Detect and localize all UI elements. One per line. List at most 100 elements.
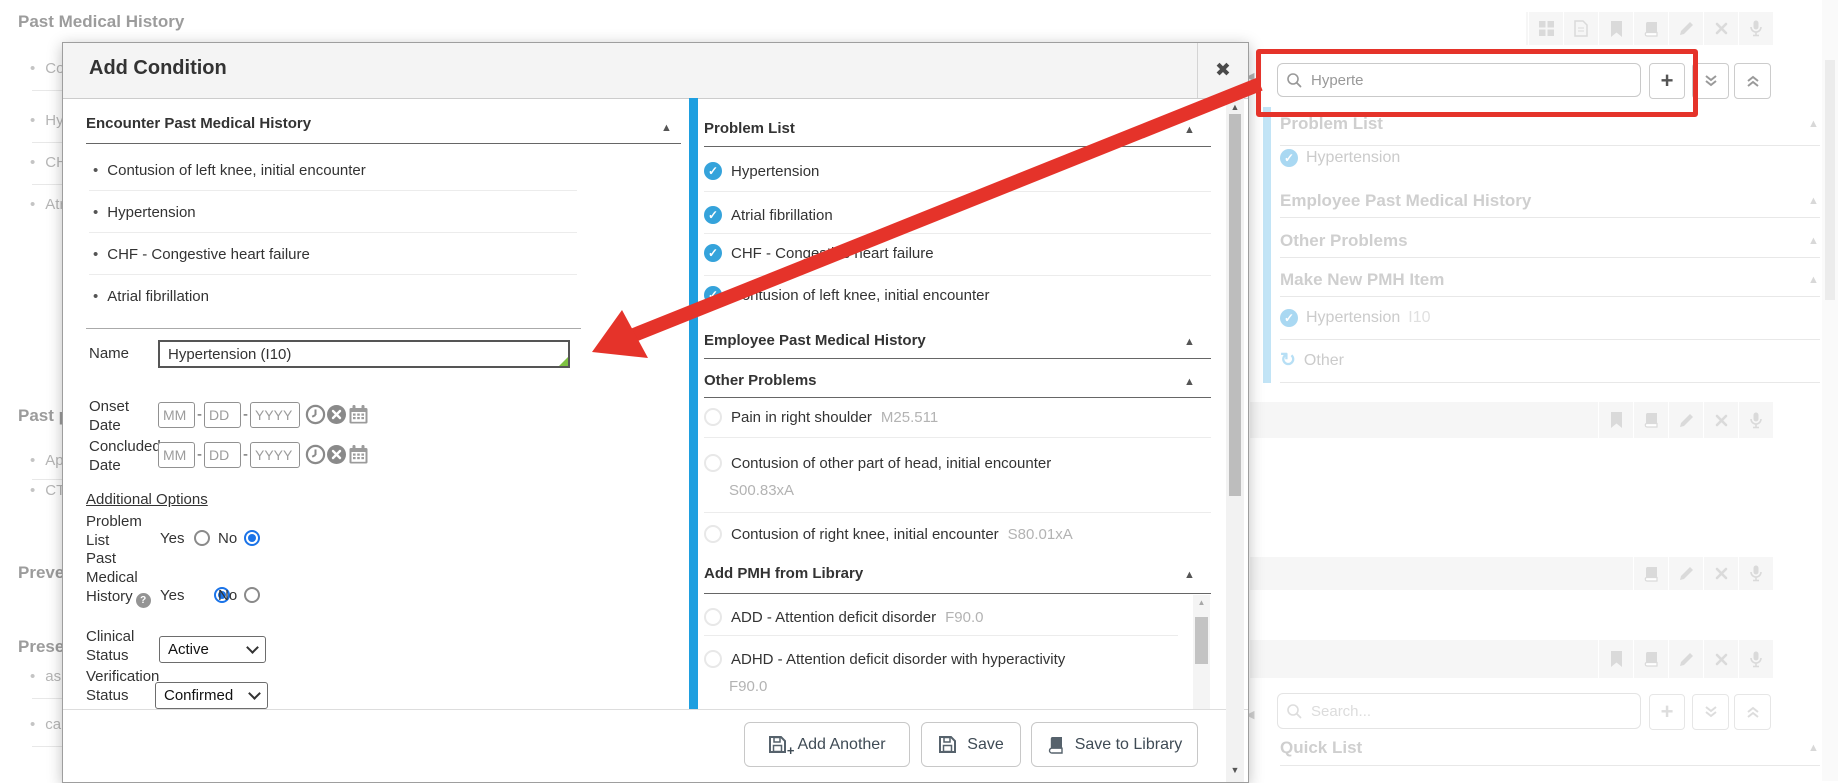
problem-list-item-selected[interactable]: ✓CHF - Congestive heart failure — [704, 244, 934, 262]
microphone-icon[interactable] — [1738, 640, 1773, 678]
book-icon[interactable] — [1633, 12, 1668, 45]
collapse-icon[interactable]: ▲ — [1808, 235, 1819, 247]
document-icon[interactable] — [1563, 12, 1598, 45]
collapse-all-button[interactable] — [1734, 694, 1771, 730]
library-scrollbar[interactable]: ▲ — [1193, 595, 1210, 709]
divider — [32, 142, 62, 143]
scroll-up-icon[interactable]: ▲ — [1226, 102, 1244, 112]
bookmark-icon[interactable] — [1598, 640, 1633, 678]
concluded-yyyy-input[interactable] — [250, 442, 300, 468]
calendar-icon[interactable] — [348, 444, 369, 470]
other-problems-header: Other Problems — [704, 372, 817, 389]
other-problem-item[interactable]: Contusion of right knee, initial encount… — [704, 525, 1073, 543]
chevron-down-icon — [248, 687, 261, 700]
chevron-double-up-icon — [1746, 705, 1760, 719]
resize-grip-icon[interactable] — [559, 357, 568, 366]
pencil-icon[interactable] — [1668, 640, 1703, 678]
clinical-status-select[interactable]: Active — [159, 636, 266, 663]
clock-icon[interactable] — [305, 404, 326, 430]
pmh-option-label: Past Medical History? — [86, 549, 168, 608]
collapse-icon[interactable]: ▲ — [1808, 118, 1819, 130]
onset-mm-input[interactable] — [158, 402, 195, 428]
encounter-pmh-item[interactable]: •Contusion of left knee, initial encount… — [93, 162, 366, 179]
concluded-mm-input[interactable] — [158, 442, 195, 468]
book-icon[interactable] — [1633, 640, 1668, 678]
onset-dd-input[interactable] — [204, 402, 241, 428]
add-another-button[interactable]: + Add Another — [744, 722, 910, 767]
scroll-up-icon[interactable]: ▲ — [1193, 598, 1210, 607]
problem-list-no-radio[interactable] — [244, 530, 260, 546]
chevron-double-down-icon — [1704, 705, 1718, 719]
bullet-icon: • — [30, 452, 35, 469]
annotation-rectangle — [1256, 49, 1698, 117]
library-item[interactable]: ADHD - Attention deficit disorder with h… — [704, 650, 1065, 668]
problem-list-item-selected[interactable]: ✓Hypertension — [704, 162, 819, 180]
page-scrollbar[interactable] — [1822, 0, 1838, 781]
onset-yyyy-input[interactable] — [250, 402, 300, 428]
collapse-icon[interactable]: ▲ — [1184, 124, 1195, 136]
grid-icon[interactable] — [1528, 12, 1563, 45]
library-item-code-line: F90.0 — [729, 678, 767, 695]
scroll-down-icon[interactable]: ▼ — [1226, 765, 1244, 775]
save-button[interactable]: Save — [921, 722, 1021, 767]
clock-icon[interactable] — [305, 444, 326, 470]
collapse-icon[interactable]: ▲ — [1184, 336, 1195, 348]
collapse-icon[interactable]: ▲ — [1184, 376, 1195, 388]
pencil-icon[interactable] — [1668, 402, 1703, 438]
close-x-icon[interactable] — [1703, 12, 1738, 45]
name-input[interactable] — [158, 340, 570, 368]
problem-list-item-selected[interactable]: ✓Contusion of left knee, initial encount… — [704, 286, 990, 304]
page-scrollbar-thumb[interactable] — [1825, 60, 1835, 300]
collapse-icon[interactable]: ▲ — [1808, 195, 1819, 207]
other-problem-item[interactable]: Contusion of other part of head, initial… — [704, 454, 1051, 472]
modal-title: Add Condition — [89, 57, 227, 80]
help-icon[interactable]: ? — [136, 593, 151, 608]
collapse-icon[interactable]: ▲ — [1184, 569, 1195, 581]
collapse-icon[interactable]: ▲ — [1808, 274, 1819, 286]
close-x-icon[interactable] — [1703, 557, 1738, 590]
bullet-icon: • — [30, 196, 35, 213]
search-input[interactable] — [1309, 702, 1632, 721]
save-to-library-button[interactable]: Save to Library — [1031, 722, 1198, 767]
concluded-dd-input[interactable] — [204, 442, 241, 468]
verification-status-select[interactable]: Confirmed — [155, 682, 268, 709]
close-button[interactable]: ✖ — [1197, 43, 1248, 98]
book-icon[interactable] — [1633, 402, 1668, 438]
sidebar-item-hypertension-i10[interactable]: ✓ Hypertension I10 — [1280, 309, 1431, 327]
encounter-pmh-item[interactable]: •CHF - Congestive heart failure — [93, 246, 310, 263]
library-scrollbar-thumb[interactable] — [1195, 617, 1208, 664]
pencil-icon[interactable] — [1668, 12, 1703, 45]
pencil-icon[interactable] — [1668, 557, 1703, 590]
modal-scrollbar-thumb[interactable] — [1229, 114, 1241, 496]
encounter-pmh-item[interactable]: •Hypertension — [93, 204, 196, 221]
encounter-pmh-item[interactable]: •Atrial fibrillation — [93, 288, 209, 305]
divider — [704, 397, 1211, 398]
modal-scrollbar[interactable]: ▲ ▼ — [1226, 98, 1244, 782]
bookmark-icon[interactable] — [1598, 402, 1633, 438]
additional-options-link[interactable]: Additional Options — [86, 491, 208, 508]
pmh-no-radio[interactable] — [244, 587, 260, 603]
collapse-icon[interactable]: ▲ — [1808, 742, 1819, 754]
clear-date-icon[interactable] — [326, 404, 347, 430]
library-item[interactable]: ADD - Attention deficit disorderF90.0 — [704, 608, 983, 626]
other-problem-item[interactable]: Pain in right shoulderM25.511 — [704, 408, 938, 426]
microphone-icon[interactable] — [1738, 557, 1773, 590]
expand-all-button[interactable] — [1692, 694, 1729, 730]
bookmark-icon[interactable] — [1598, 12, 1633, 45]
add-quicklist-button[interactable]: + — [1649, 694, 1685, 730]
collapse-icon[interactable]: ▲ — [661, 122, 672, 134]
divider — [89, 190, 577, 191]
book-icon[interactable] — [1633, 557, 1668, 590]
sidebar-item-other[interactable]: ↻ Other — [1280, 349, 1344, 372]
sidebar-item-hypertension[interactable]: ✓ Hypertension — [1280, 149, 1400, 167]
microphone-icon[interactable] — [1738, 402, 1773, 438]
clear-date-icon[interactable] — [326, 444, 347, 470]
problem-list-yes-radio[interactable] — [194, 530, 210, 546]
close-x-icon[interactable] — [1703, 640, 1738, 678]
no-label: No — [218, 587, 237, 604]
calendar-icon[interactable] — [348, 404, 369, 430]
collapse-all-button[interactable] — [1734, 63, 1771, 99]
problem-list-item-selected[interactable]: ✓Atrial fibrillation — [704, 206, 833, 224]
close-x-icon[interactable] — [1703, 402, 1738, 438]
microphone-icon[interactable] — [1738, 12, 1773, 45]
